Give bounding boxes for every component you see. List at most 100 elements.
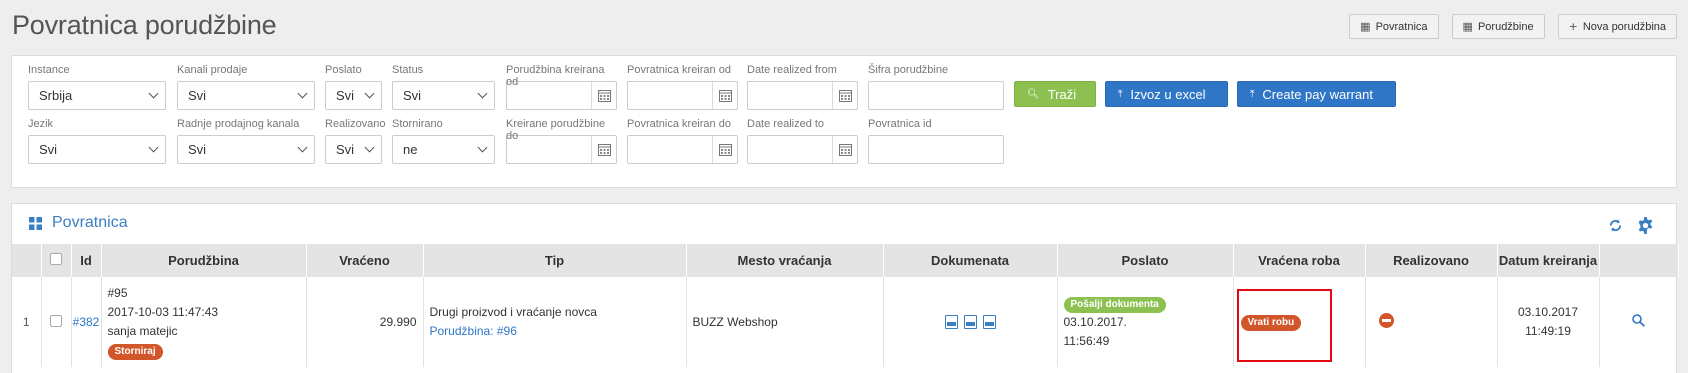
created-time: 11:49:19 [1525,324,1571,338]
search-icon: 🔍︎ [1027,88,1040,100]
row-realized-cell [1365,277,1498,367]
table-icon: ▦ [1462,20,1473,33]
sifra-input[interactable] [868,81,1004,110]
jezik-select[interactable]: Svi [28,135,166,164]
kanali-select[interactable]: Svi [177,81,315,110]
jezik-label: Jezik [28,118,54,130]
created-date: 03.10.2017 [1517,305,1579,319]
povratnica-od-label: Povratnica kreiran od [627,64,731,76]
povratnica-button[interactable]: ▦ Povratnica [1349,14,1439,39]
col-vracena-roba[interactable]: Vraćena roba [1233,244,1366,277]
col-id[interactable]: Id [71,244,102,277]
search-button[interactable]: 🔍︎ Traži [1014,81,1096,107]
realized-from-input[interactable] [747,81,858,110]
storniraj-badge[interactable]: Storniraj [107,344,163,360]
col-datum[interactable]: Datum kreiranja [1497,244,1600,277]
calendar-icon[interactable] [712,82,737,109]
radnje-select[interactable]: Svi [177,135,315,164]
povratnica-od-input[interactable] [627,81,738,110]
excel-export-button[interactable]: ⤒ Izvoz u excel [1105,81,1228,107]
stornirano-select[interactable]: ne [392,135,495,164]
search-button-label: Traži [1047,86,1077,102]
povratnica-do-input[interactable] [627,135,738,164]
povratnica-id-field: Povratnica id [868,118,1004,164]
sifra-field: Šifra porudžbine [868,64,1004,110]
sifra-label: Šifra porudžbine [868,64,949,76]
returns-table: Id Porudžbina Vraćeno Tip Mesto vraćanja… [12,244,1679,367]
povratnica-button-label: Povratnica [1375,20,1428,33]
document-icon[interactable] [944,315,958,329]
col-porudzbina[interactable]: Porudžbina [101,244,307,277]
order-date: 2017-10-03 11:47:43 [107,305,219,319]
col-vraceno[interactable]: Vraćeno [306,244,424,277]
send-documents-badge[interactable]: Pošalji dokumenta [1063,296,1166,313]
realized-to-input[interactable] [747,135,858,164]
col-realizovano[interactable]: Realizovano [1365,244,1498,277]
print-icon[interactable] [982,315,996,329]
row-id-cell: #382 [71,277,102,367]
stornirano-value: ne [403,142,418,157]
instance-select[interactable]: Srbija [28,81,166,110]
calendar-icon[interactable] [712,136,737,163]
order-number: #95 [107,286,128,300]
status-select[interactable]: Svi [392,81,495,110]
poslato-field: Poslato Svi [325,64,382,110]
document-icon[interactable] [963,315,977,329]
gear-icon[interactable] [1637,217,1654,237]
page-title: Povratnica porudžbine [12,10,277,40]
row-id-link[interactable]: #382 [73,315,100,329]
poslato-select[interactable]: Svi [325,81,382,110]
instance-label: Instance [28,64,70,76]
nova-porudzbina-button[interactable]: + Nova porudžbina [1557,14,1677,39]
porudzbine-button[interactable]: ▦ Porudžbine [1451,14,1545,39]
row-docs-cell [883,277,1058,367]
status-label: Status [392,64,424,76]
calendar-icon[interactable] [591,82,616,109]
return-type: Drugi proizvod i vraćanje novca [429,305,597,319]
calendar-icon[interactable] [832,136,857,163]
row-checkbox[interactable] [50,314,62,327]
top-actions: ▦ Povratnica ▦ Porudžbine + Nova porudžb… [1349,14,1677,39]
grid-header: Povratnica [12,204,1676,244]
porudzbina-od-label: Porudžbina kreirana od [506,64,605,88]
select-all-checkbox[interactable] [50,253,62,265]
col-poslato[interactable]: Poslato [1057,244,1234,277]
search-icon[interactable] [1632,314,1646,330]
refresh-icon[interactable] [1608,218,1623,236]
porudzbina-od-field: Porudžbina kreirana od [506,64,617,110]
status-value: Svi [403,88,422,103]
grid-icon [29,217,42,233]
calendar-icon[interactable] [832,82,857,109]
upload-icon: ⤒ [1118,88,1123,100]
porudzbine-do-label: Kreirane porudžbine do [506,118,606,142]
poslato-label: Poslato [325,64,362,76]
chevron-down-icon [148,142,159,153]
table-icon: ▦ [1360,20,1371,33]
realized-to-field: Date realized to [747,118,858,164]
minus-circle-icon[interactable] [1378,313,1394,328]
porudzbine-do-field: Kreirane porudžbine do [506,118,617,164]
radnje-field: Radnje prodajnog kanala Svi [177,118,315,164]
row-order-cell: #95 2017-10-03 11:47:43 sanja matejic St… [101,277,307,367]
calendar-icon[interactable] [591,136,616,163]
col-select-all [41,244,72,277]
radnje-value: Svi [188,142,207,157]
realized-to-label: Date realized to [747,118,825,130]
chevron-down-icon [364,88,375,99]
order-link[interactable]: Porudžbina: #96 [430,322,686,341]
status-field: Status Svi [392,64,495,110]
row-returned-cell: 29.990 [306,277,424,367]
instance-field: Instance Srbija [28,64,166,110]
jezik-field: Jezik Svi [28,118,166,164]
col-tip[interactable]: Tip [423,244,687,277]
realizovano-select[interactable]: Svi [325,135,382,164]
col-mesto[interactable]: Mesto vraćanja [686,244,884,277]
porudzbina-od-input[interactable] [506,81,617,110]
povratnica-id-input[interactable] [868,135,1004,164]
table-row[interactable]: 1 #382 #95 2017-10-03 11:47:43 sanja mat… [12,277,1678,367]
grid-tools [1608,217,1654,237]
porudzbine-do-input[interactable] [506,135,617,164]
radnje-label: Radnje prodajnog kanala [177,118,300,130]
create-pay-warrant-button[interactable]: ⤒ Create pay warrant [1237,81,1396,107]
col-dokumenata[interactable]: Dokumenata [883,244,1058,277]
